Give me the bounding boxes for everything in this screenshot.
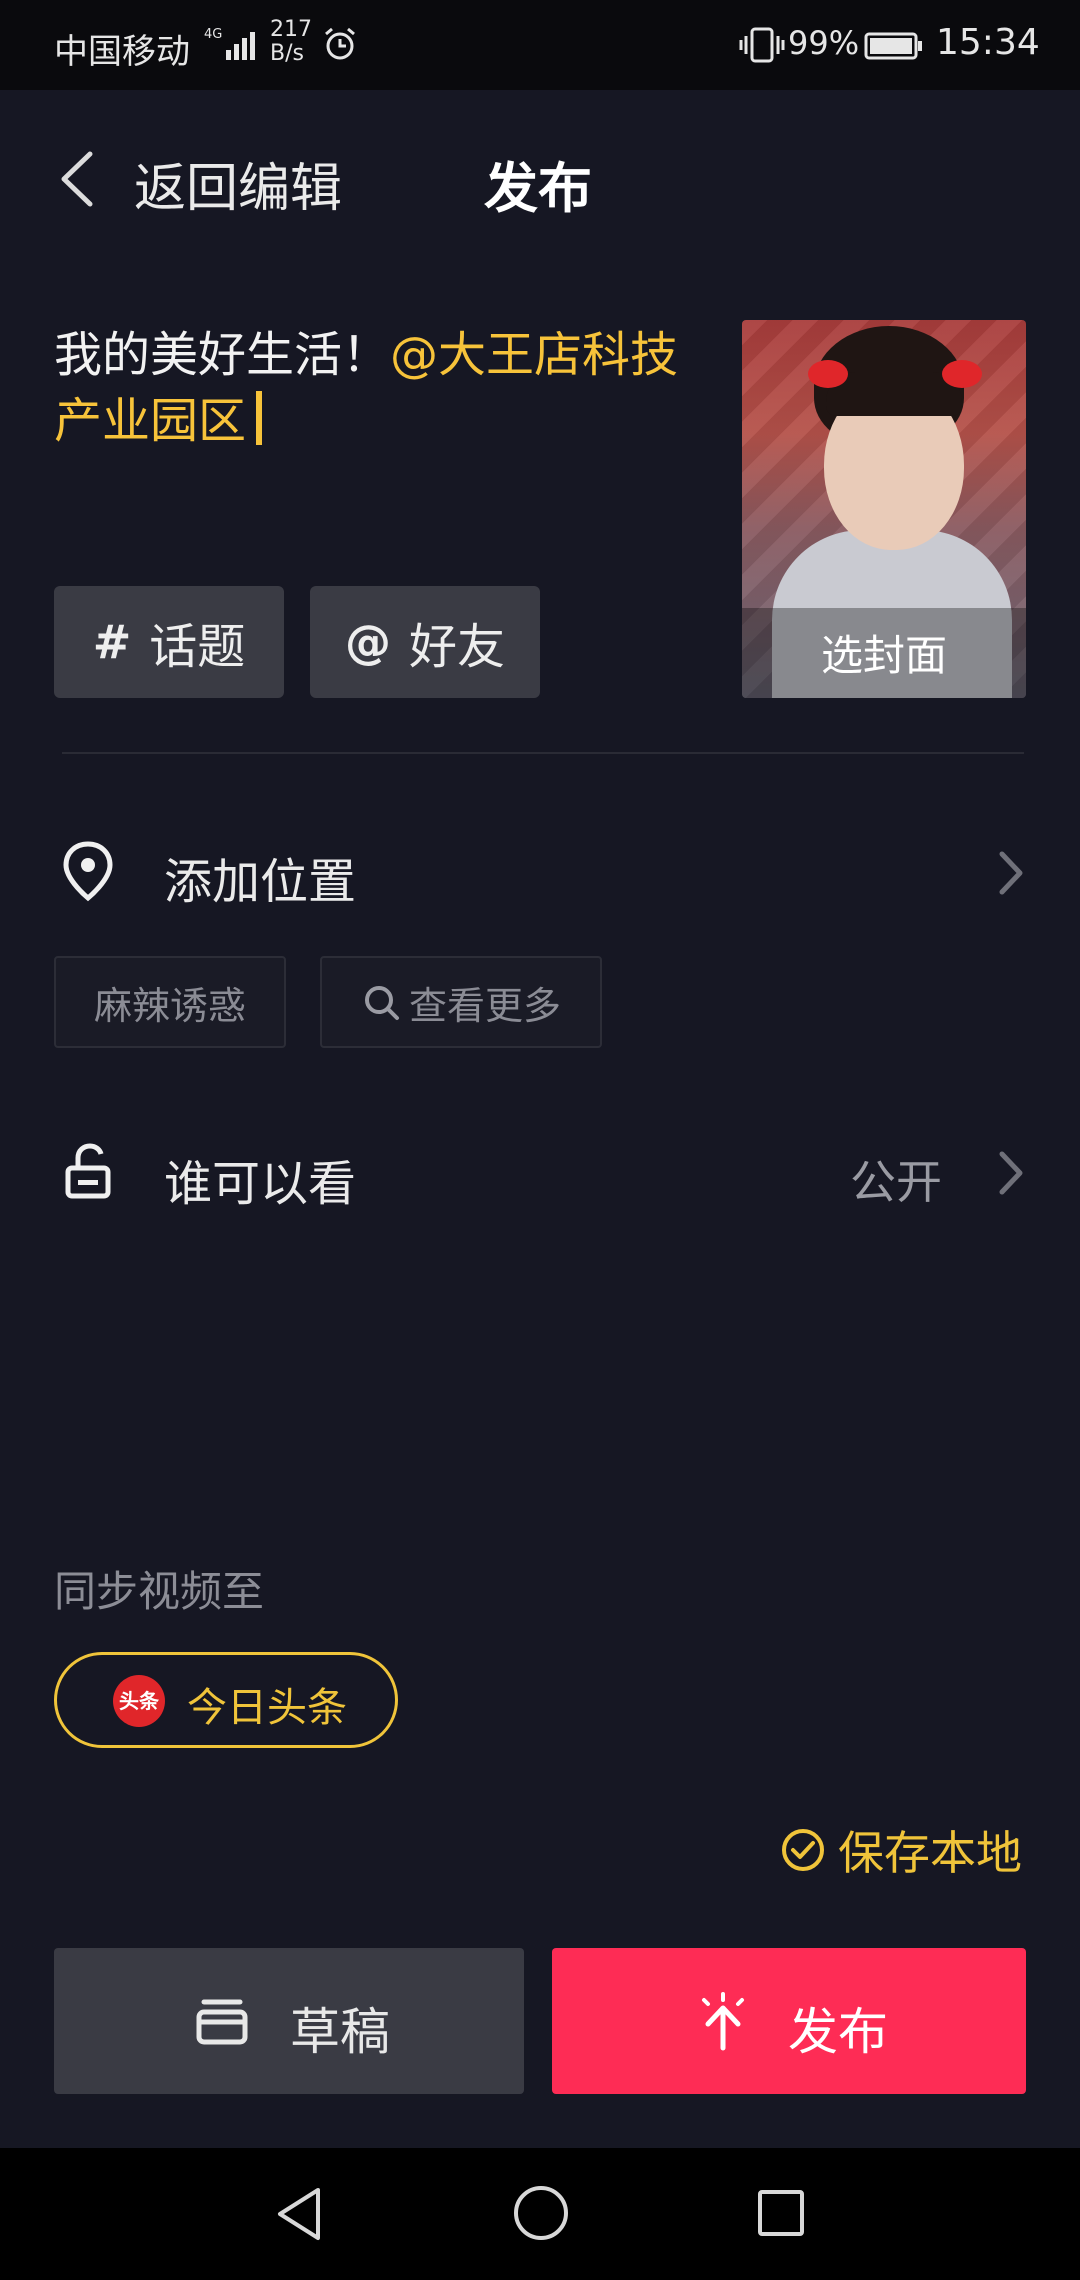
status-bar: 中国移动 4G 217 B/s 99% 15:34	[0, 0, 1080, 90]
cover-bow-right	[942, 360, 982, 388]
clock: 15:34	[936, 22, 1040, 63]
search-icon	[364, 986, 399, 1020]
sync-target-label: 今日头条	[187, 1685, 347, 1731]
sync-toutiao-toggle[interactable]: 头条 今日头条	[54, 1652, 398, 1748]
save-local-toggle[interactable]: 保存本地	[780, 1820, 1022, 1880]
battery-percent: 99%	[788, 24, 860, 62]
draft-box-icon	[196, 1999, 248, 2045]
at-icon: @	[344, 615, 391, 669]
network-speed-value: 217	[270, 17, 312, 42]
nav-recents-icon[interactable]	[756, 2188, 806, 2238]
see-more-locations-button[interactable]: 查看更多	[320, 956, 602, 1048]
carrier-name: 中国移动	[54, 32, 190, 72]
draft-label: 草稿	[290, 2003, 390, 2061]
publish-label: 发布	[788, 2003, 888, 2061]
toutiao-logo: 头条	[113, 1675, 165, 1727]
add-location-label: 添加位置	[164, 854, 357, 910]
visibility-label: 谁可以看	[164, 1156, 357, 1212]
cover-bow-left	[808, 360, 848, 388]
location-pin-icon	[63, 841, 113, 902]
network-speed: 217 B/s	[270, 18, 312, 66]
nav-back-icon[interactable]	[272, 2184, 328, 2244]
sync-label: 同步视频至	[54, 1567, 265, 1616]
battery-icon	[864, 32, 922, 60]
select-cover-label: 选封面	[820, 631, 947, 680]
alarm-clock-icon	[325, 27, 355, 60]
see-more-label: 查看更多	[408, 983, 561, 1028]
signal-icon: 4G	[204, 27, 255, 60]
unlock-icon	[65, 1143, 111, 1199]
vibrate-icon	[739, 27, 785, 63]
chevron-right-icon	[999, 1151, 1023, 1195]
system-nav-bar	[0, 2148, 1080, 2280]
save-local-label: 保存本地	[838, 1826, 1022, 1880]
divider	[62, 752, 1024, 754]
nav-home-icon[interactable]	[512, 2184, 570, 2242]
chevron-right-icon	[999, 851, 1023, 895]
friend-label: 好友	[408, 619, 505, 675]
publish-button[interactable]: 发布	[552, 1948, 1026, 2094]
publish-arrow-icon	[702, 1992, 744, 2051]
publish-screen: 中国移动 4G 217 B/s 99% 15:34 返回编辑 发布 我的美好生活…	[0, 0, 1080, 2280]
topic-label: 话题	[149, 619, 246, 675]
caption-input[interactable]: 我的美好生活！@大王店科技产业园区	[54, 322, 694, 454]
location-suggestion[interactable]: 麻辣诱惑	[54, 956, 286, 1048]
check-circle-icon	[782, 1829, 824, 1871]
mention-friend-button[interactable]: @ 好友	[310, 586, 540, 698]
location-suggestion-label: 麻辣诱惑	[93, 983, 246, 1028]
hashtag-icon: #	[92, 615, 132, 669]
caption-text: 我的美好生活！	[54, 327, 391, 383]
network-speed-unit: B/s	[270, 41, 304, 66]
page-title: 发布	[484, 157, 592, 220]
add-topic-button[interactable]: # 话题	[54, 586, 284, 698]
draft-button[interactable]: 草稿	[54, 1948, 524, 2094]
text-cursor	[256, 391, 263, 445]
network-type: 4G	[204, 27, 222, 42]
chevron-left-icon[interactable]	[56, 148, 96, 210]
cover-selector[interactable]: 选封面	[742, 320, 1026, 698]
visibility-value: 公开	[850, 1155, 942, 1209]
back-to-edit-button[interactable]: 返回编辑	[134, 146, 342, 221]
